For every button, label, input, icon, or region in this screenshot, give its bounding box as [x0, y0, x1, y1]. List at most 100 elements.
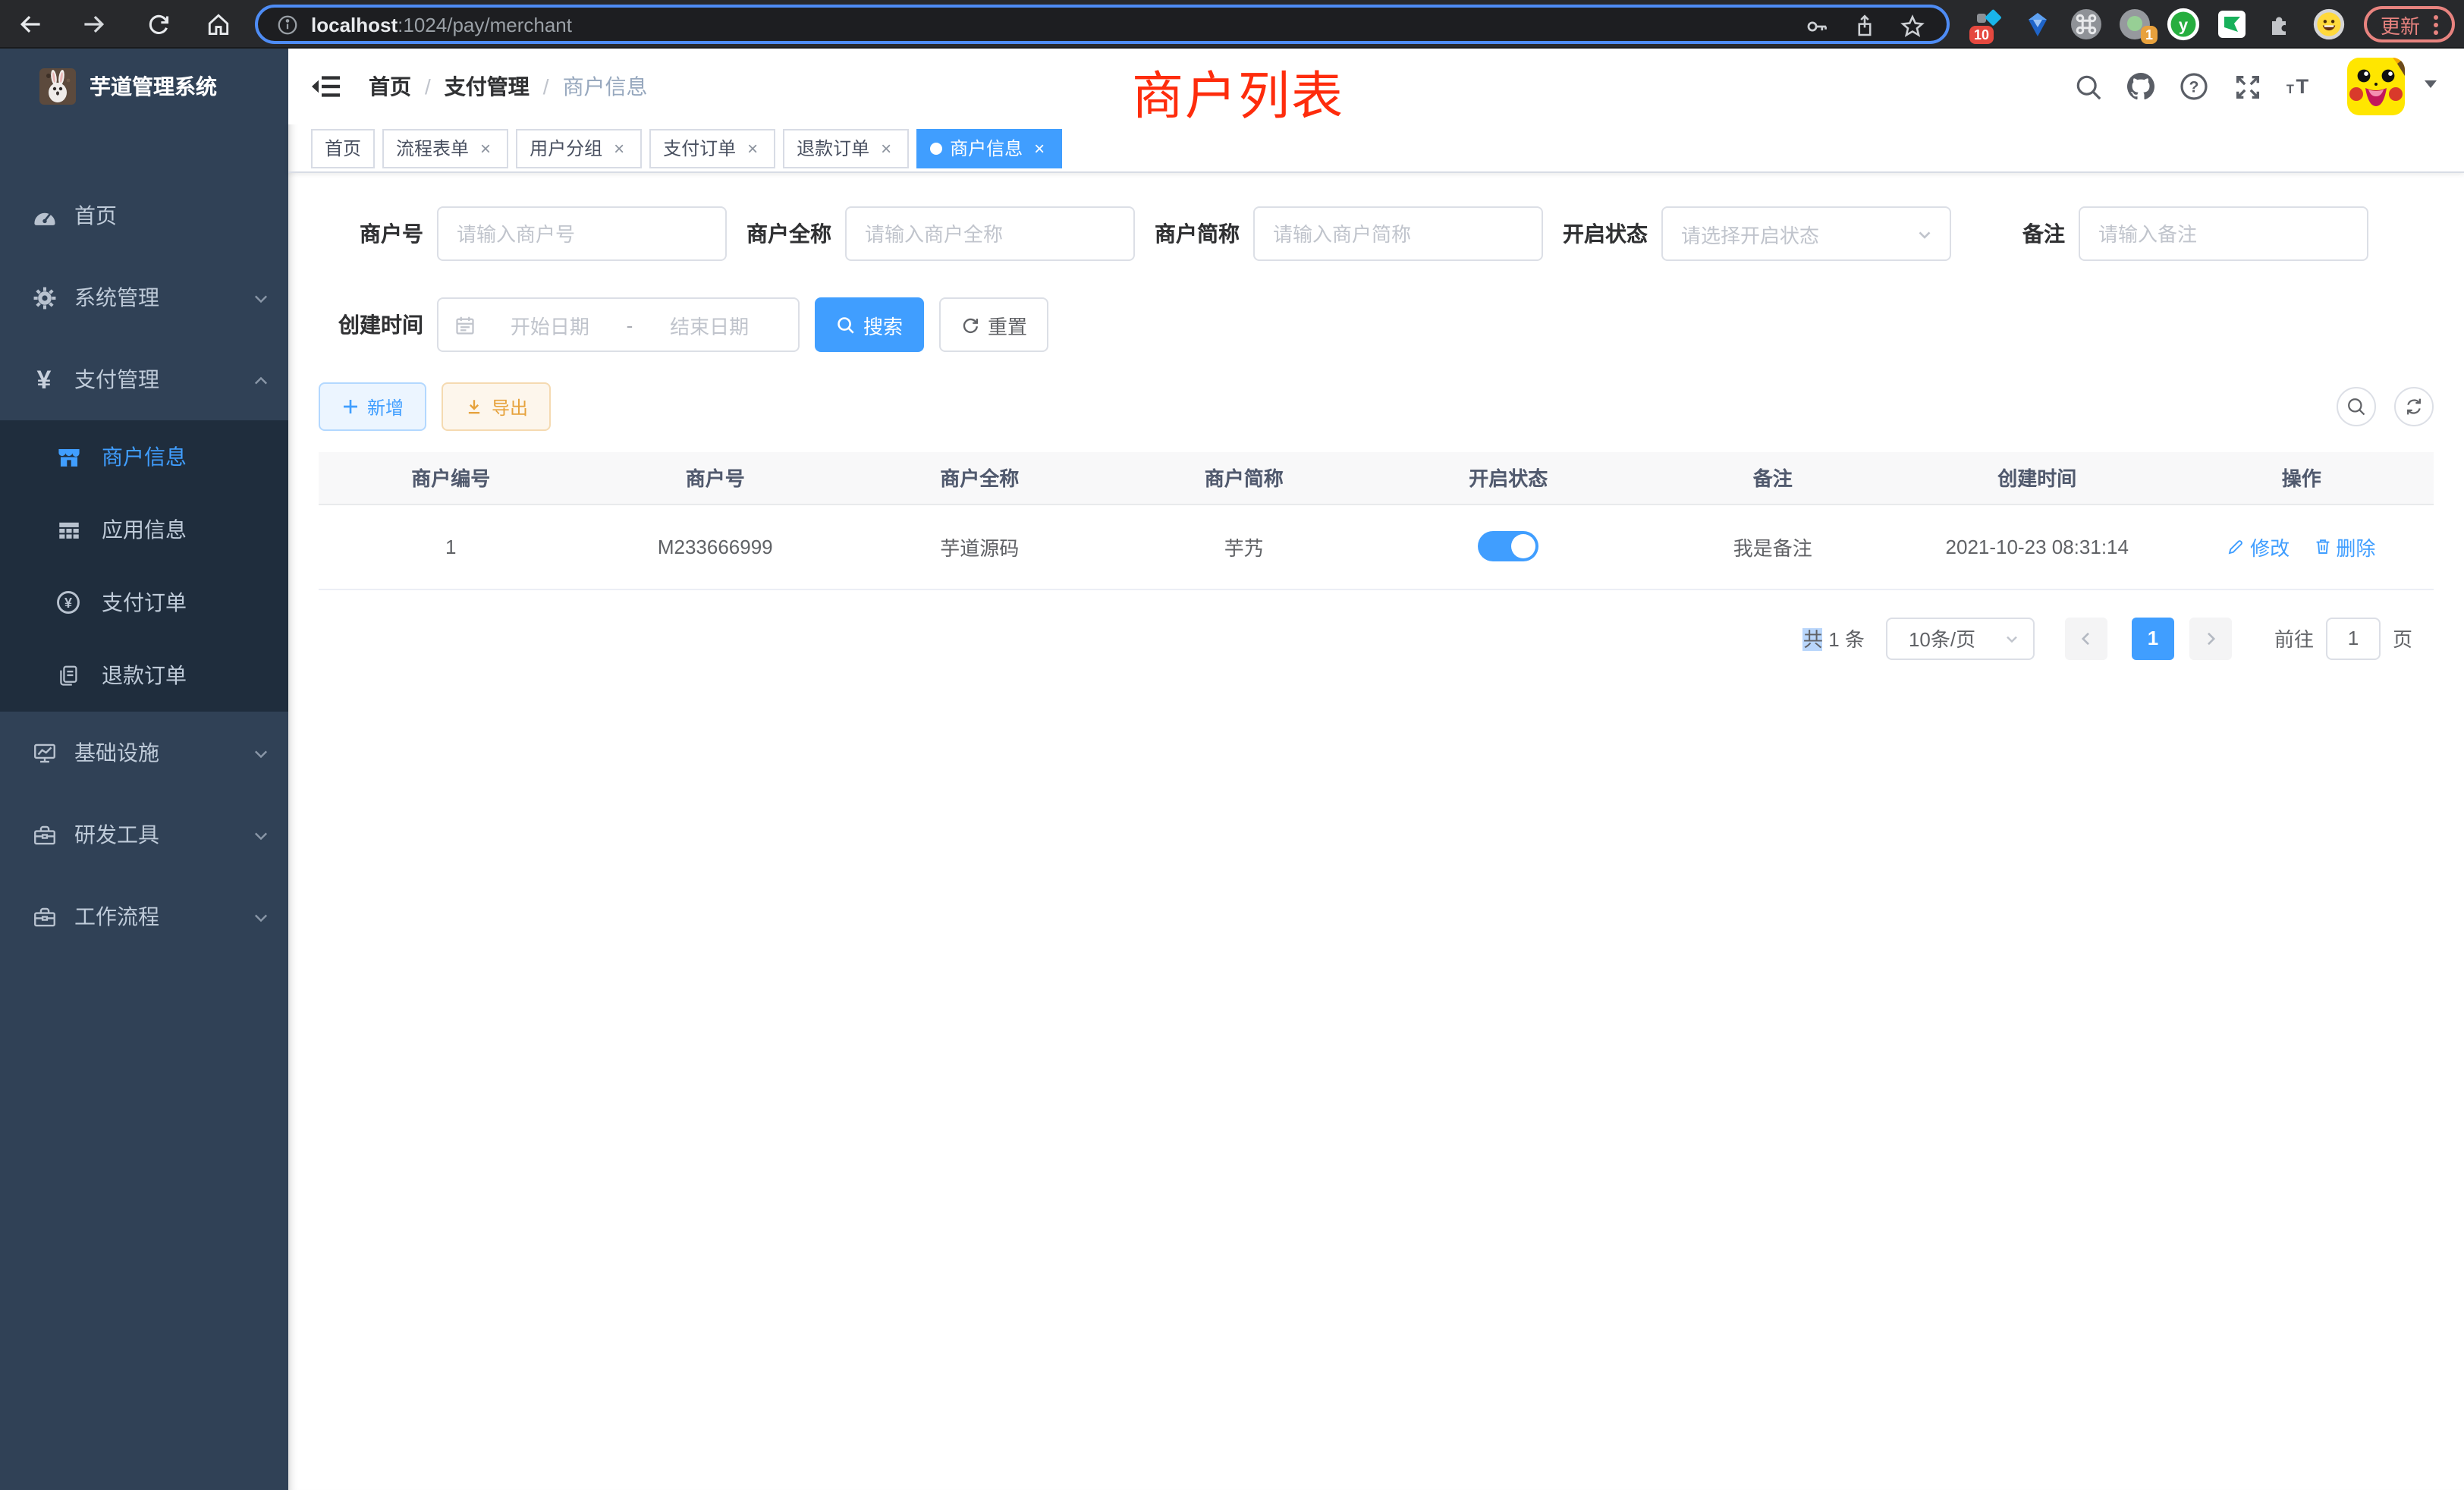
hide-search-button[interactable] [2337, 387, 2376, 426]
tab-process-form[interactable]: 流程表单× [382, 128, 508, 168]
cell-short-name: 芋艿 [1112, 504, 1377, 589]
close-icon[interactable]: × [610, 137, 628, 159]
start-date-placeholder[interactable]: 开始日期 [476, 310, 624, 339]
reset-button[interactable]: 重置 [939, 297, 1048, 352]
browser-home-button[interactable] [203, 9, 234, 39]
next-page-button[interactable] [2189, 617, 2232, 659]
sidebar-item-label: 系统管理 [74, 282, 159, 313]
sidebar-item-label: 支付订单 [102, 587, 187, 618]
user-avatar[interactable] [2347, 58, 2405, 115]
total-text: 共 1 条 [1803, 624, 1865, 652]
extension-gem-icon[interactable] [2021, 8, 2054, 41]
plus-icon [341, 398, 360, 416]
search-icon [2073, 72, 2102, 101]
sidebar-item-label: 商户信息 [102, 442, 187, 472]
sidebar-item-refund-order[interactable]: 退款订单 [0, 639, 288, 712]
address-bar[interactable]: localhost:1024/pay/merchant [255, 5, 1950, 44]
sidebar-item-home[interactable]: 首页 [0, 174, 288, 256]
close-icon[interactable]: × [1030, 137, 1048, 159]
sidebar-item-app-info[interactable]: 应用信息 [0, 493, 288, 566]
edit-pencil-icon [2227, 537, 2246, 555]
extension-profile-dot-icon[interactable]: 1 [2118, 8, 2151, 41]
help-button[interactable]: ? [2179, 71, 2209, 102]
reload-icon [145, 11, 171, 37]
tab-home[interactable]: 首页 [311, 128, 375, 168]
end-date-placeholder[interactable]: 结束日期 [636, 310, 783, 339]
sidebar-item-label: 支付管理 [74, 364, 159, 395]
sidebar-item-merchant-info[interactable]: 商户信息 [0, 420, 288, 493]
sidebar-collapse-button[interactable] [311, 71, 341, 102]
status-select[interactable]: 请选择开启状态 [1661, 206, 1951, 261]
export-button[interactable]: 导出 [442, 382, 551, 431]
extension-workona-icon[interactable]: 10 [1972, 8, 2006, 41]
merchant-name-input[interactable] [845, 206, 1135, 261]
col-merchant-id: 商户编号 [319, 452, 583, 504]
sidebar: 芋道管理系统 首页 系统管理 [0, 49, 288, 1490]
tab-pay-order[interactable]: 支付订单× [649, 128, 775, 168]
status-toggle[interactable] [1478, 531, 1538, 561]
breadcrumb-pay[interactable]: 支付管理 [445, 71, 530, 102]
sidebar-item-label: 基础设施 [74, 737, 159, 768]
update-label: 更新 [2381, 10, 2420, 39]
breadcrumb-home[interactable]: 首页 [369, 71, 411, 102]
trash-icon [2313, 537, 2331, 555]
close-icon[interactable]: × [743, 137, 762, 159]
refresh-icon [960, 315, 980, 335]
browser-reload-button[interactable] [143, 9, 173, 39]
password-key-icon[interactable] [1804, 13, 1830, 39]
sidebar-item-infra[interactable]: 基础设施 [0, 712, 288, 794]
forward-icon [80, 11, 108, 38]
hamburger-icon [311, 71, 341, 102]
share-icon[interactable] [1853, 14, 1877, 38]
add-button[interactable]: 新增 [319, 382, 426, 431]
toolbox-icon [30, 821, 58, 848]
github-link-button[interactable] [2126, 71, 2156, 102]
extension-command-icon[interactable] [2070, 8, 2103, 41]
sidebar-item-pay[interactable]: ¥ 支付管理 [0, 338, 288, 420]
delete-link[interactable]: 删除 [2313, 532, 2375, 561]
prev-page-button[interactable] [2065, 617, 2107, 659]
fullscreen-button[interactable] [2232, 71, 2262, 102]
page-size-select[interactable]: 10条/页 [1886, 617, 2035, 659]
sidebar-item-system[interactable]: 系统管理 [0, 256, 288, 338]
extension-chat-icon[interactable] [2215, 8, 2249, 41]
refresh-table-button[interactable] [2394, 387, 2434, 426]
browser-menu-icon[interactable] [2434, 14, 2438, 34]
extensions-puzzle-icon[interactable] [2264, 8, 2297, 41]
merchant-name-label: 商户全称 [740, 218, 845, 249]
page-number-1[interactable]: 1 [2132, 617, 2174, 659]
edit-link[interactable]: 修改 [2227, 532, 2290, 561]
bookmark-star-icon[interactable] [1900, 13, 1925, 39]
browser-profile-avatar[interactable] [2312, 8, 2346, 41]
date-range-picker[interactable]: 开始日期 - 结束日期 [437, 297, 800, 352]
header-search-button[interactable] [2073, 71, 2103, 102]
remark-input[interactable] [2079, 206, 2368, 261]
chevron-down-icon [252, 825, 270, 844]
table-row: 1 M233666999 芋道源码 芋艿 我是备注 2021-10-23 08:… [319, 504, 2434, 589]
sidebar-item-pay-order[interactable]: ¥ 支付订单 [0, 566, 288, 639]
svg-text:¥: ¥ [64, 596, 72, 611]
browser-forward-button[interactable] [79, 9, 109, 39]
chevron-down-icon [1915, 224, 1934, 244]
sidebar-item-workflow[interactable]: 工作流程 [0, 875, 288, 957]
extension-y-icon[interactable]: y [2167, 8, 2200, 41]
tab-refund-order[interactable]: 退款订单× [783, 128, 909, 168]
tab-user-group[interactable]: 用户分组× [516, 128, 642, 168]
browser-back-button[interactable] [15, 9, 46, 39]
close-icon[interactable]: × [877, 137, 895, 159]
browser-update-button[interactable]: 更新 [2364, 6, 2455, 42]
app-logo-row[interactable]: 芋道管理系统 [0, 49, 288, 124]
goto-page-input[interactable] [2326, 617, 2381, 659]
site-info-icon[interactable] [276, 13, 299, 36]
short-name-input[interactable] [1253, 206, 1543, 261]
sidebar-item-devtools[interactable]: 研发工具 [0, 794, 288, 875]
avatar-caret-icon[interactable] [2422, 73, 2440, 100]
tab-merchant-info[interactable]: 商户信息× [916, 128, 1062, 168]
dashboard-icon [30, 202, 58, 229]
merchant-no-input[interactable] [437, 206, 727, 261]
close-icon[interactable]: × [476, 137, 495, 159]
svg-text:y: y [2179, 15, 2189, 34]
search-icon [836, 315, 856, 335]
font-size-button[interactable]: TT [2285, 71, 2315, 102]
search-button[interactable]: 搜索 [815, 297, 924, 352]
